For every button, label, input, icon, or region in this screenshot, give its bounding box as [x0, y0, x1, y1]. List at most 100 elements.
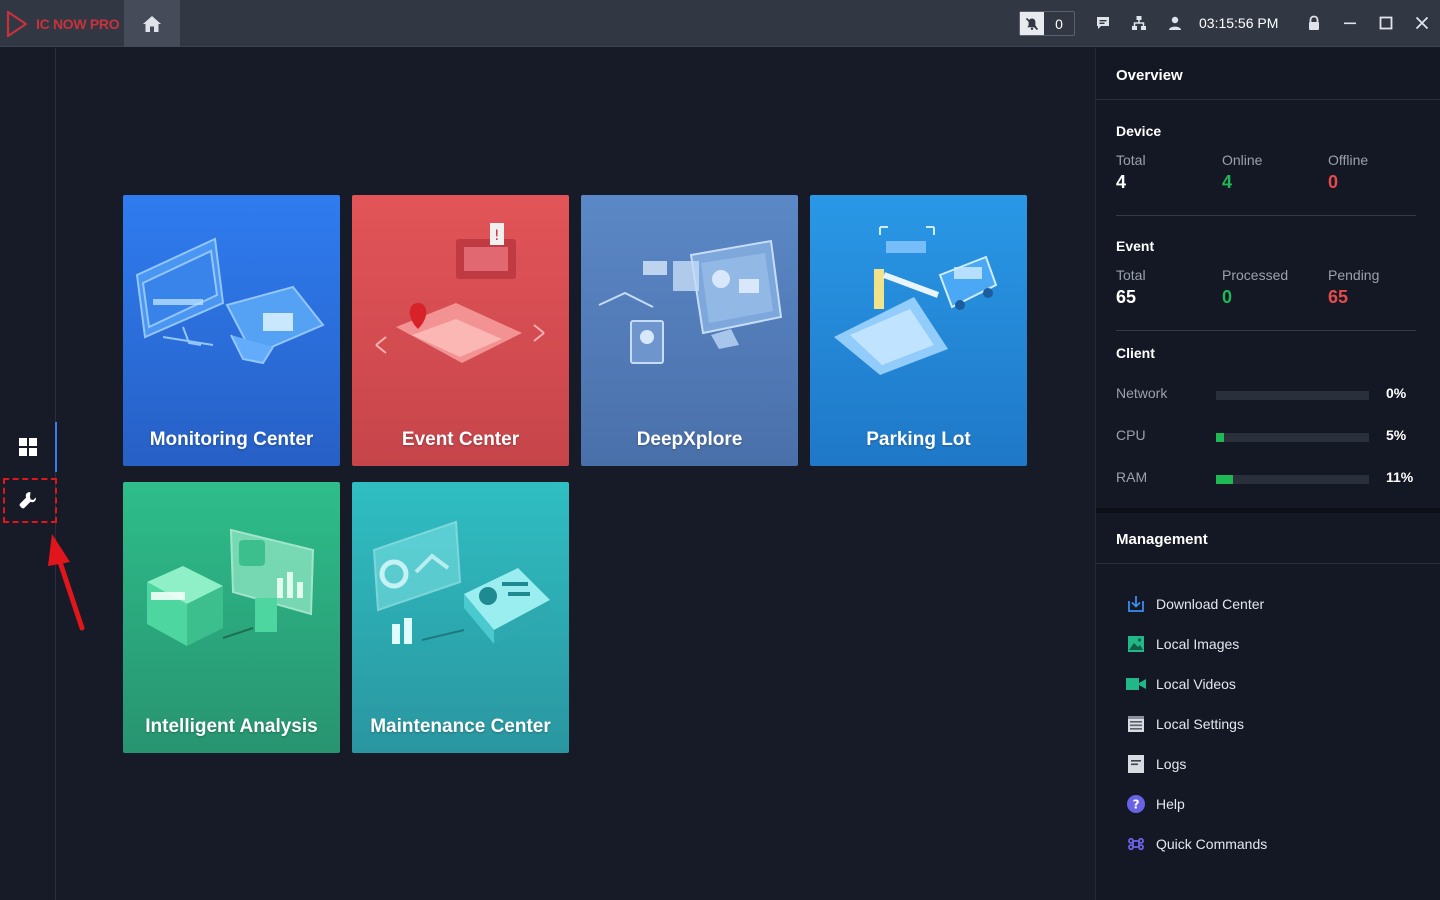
tile-parking-lot[interactable]: Parking Lot — [810, 195, 1027, 466]
event-pending-stat: Pending 65 — [1328, 267, 1428, 308]
device-offline-stat: Offline 0 — [1328, 152, 1428, 193]
log-document-icon — [1126, 754, 1146, 774]
tile-intelligent-analysis[interactable]: Intelligent Analysis — [123, 482, 340, 753]
tile-label: Monitoring Center — [149, 429, 314, 450]
event-section-title: Event — [1116, 238, 1155, 254]
mgmt-item-label: Local Images — [1156, 636, 1240, 652]
metric-label: Network — [1116, 385, 1168, 401]
overview-title: Overview — [1116, 67, 1183, 84]
section-separator — [1096, 508, 1440, 513]
stat-value: 4 — [1222, 172, 1233, 192]
minimize-icon[interactable] — [1341, 14, 1359, 32]
home-tab[interactable] — [124, 0, 180, 47]
clock-time: 03:15:56 PM — [1199, 15, 1279, 31]
tile-label: DeepXplore — [636, 429, 743, 450]
image-icon — [1126, 634, 1146, 654]
command-key-icon — [1126, 834, 1146, 854]
mgmt-item-quick-commands[interactable]: Quick Commands — [1126, 833, 1267, 855]
tile-event-center[interactable]: ! Event Center — [352, 195, 569, 466]
tile-label: Intelligent Analysis — [145, 716, 318, 737]
event-processed-stat: Processed 0 — [1222, 267, 1322, 308]
intelligent-analysis-illustration-icon — [147, 528, 315, 646]
event-total-stat: Total 65 — [1116, 267, 1216, 308]
mgmt-item-local-settings[interactable]: Local Settings — [1126, 713, 1244, 735]
cpu-usage-row: CPU 5% — [1116, 427, 1426, 447]
tile-label: Parking Lot — [866, 429, 971, 450]
network-usage-row: Network 0% — [1116, 385, 1426, 405]
mgmt-item-label: Quick Commands — [1156, 836, 1268, 852]
stat-value: 65 — [1328, 287, 1349, 307]
svg-text:?: ? — [1133, 798, 1140, 812]
divider — [1096, 563, 1440, 564]
stat-value: 4 — [1116, 172, 1127, 192]
video-camera-icon — [1126, 674, 1146, 694]
stat-label: Online — [1222, 152, 1263, 168]
close-icon[interactable] — [1413, 14, 1431, 32]
ram-usage-row: RAM 11% — [1116, 469, 1426, 489]
overview-panel: Overview Device Total 4 Online 4 Offline… — [1095, 48, 1440, 900]
stat-value: 65 — [1116, 287, 1137, 307]
usage-bar-fill — [1216, 433, 1224, 442]
deepxplore-illustration-icon — [598, 239, 783, 364]
alarm-muted-bell-icon[interactable] — [1020, 12, 1044, 35]
mgmt-item-logs[interactable]: Logs — [1126, 753, 1186, 775]
alarm-counter[interactable]: 0 — [1019, 11, 1075, 36]
monitoring-illustration-icon — [135, 237, 325, 365]
tile-maintenance-center[interactable]: Maintenance Center — [352, 482, 569, 753]
metric-value: 11% — [1386, 469, 1414, 485]
usage-bar-track — [1216, 433, 1369, 442]
device-section-title: Device — [1116, 123, 1162, 139]
metric-label: RAM — [1116, 469, 1148, 485]
message-icon[interactable] — [1094, 14, 1112, 32]
tile-deepxplore[interactable]: DeepXplore — [581, 195, 798, 466]
title-bar: IC NOW PRO 0 03:15:56 PM — [0, 0, 1440, 47]
event-map-illustration-icon: ! — [375, 223, 545, 363]
network-topology-icon[interactable] — [1130, 14, 1148, 32]
maximize-icon[interactable] — [1377, 14, 1395, 32]
settings-window-icon — [1126, 714, 1146, 734]
stat-label: Total — [1116, 152, 1146, 168]
tile-label: Event Center — [401, 429, 520, 450]
parking-lot-illustration-icon — [834, 226, 998, 375]
tools-highlight-annotation — [3, 478, 57, 523]
usage-bar-fill — [1216, 475, 1233, 484]
mgmt-item-local-videos[interactable]: Local Videos — [1126, 673, 1236, 695]
device-total-stat: Total 4 — [1116, 152, 1216, 193]
tile-label: Maintenance Center — [370, 716, 551, 737]
active-indicator — [55, 422, 57, 472]
alarm-count: 0 — [1055, 15, 1063, 32]
lock-icon[interactable] — [1305, 14, 1323, 32]
divider — [1096, 99, 1440, 100]
logo-play-icon — [6, 10, 28, 37]
device-online-stat: Online 4 — [1222, 152, 1322, 193]
mgmt-item-download-center[interactable]: Download Center — [1126, 593, 1264, 615]
mgmt-item-label: Logs — [1156, 756, 1187, 772]
rail-item-applications[interactable] — [0, 422, 57, 472]
mgmt-item-label: Download Center — [1156, 596, 1265, 612]
stat-label: Pending — [1328, 267, 1380, 283]
mgmt-item-help[interactable]: ? Help — [1126, 793, 1185, 815]
stat-label: Total — [1116, 267, 1146, 283]
usage-bar-track — [1216, 475, 1369, 484]
stat-label: Offline — [1328, 152, 1369, 168]
tile-monitoring-center[interactable]: Monitoring Center — [123, 195, 340, 466]
management-title: Management — [1116, 531, 1208, 548]
app-logo: IC NOW PRO — [0, 0, 124, 47]
user-icon[interactable] — [1166, 14, 1184, 32]
mgmt-item-local-images[interactable]: Local Images — [1126, 633, 1239, 655]
home-icon — [143, 15, 161, 32]
grid-apps-icon — [19, 438, 37, 456]
mgmt-item-label: Local Videos — [1156, 676, 1236, 692]
svg-text:!: ! — [494, 228, 500, 244]
annotation-arrow-icon — [48, 534, 85, 631]
mgmt-item-label: Help — [1156, 796, 1185, 812]
stat-value: 0 — [1328, 172, 1339, 192]
metric-value: 0% — [1386, 385, 1407, 401]
metric-label: CPU — [1116, 427, 1146, 443]
divider — [1116, 215, 1416, 216]
app-logo-text: IC NOW PRO — [36, 15, 120, 32]
usage-bar-track — [1216, 391, 1369, 400]
left-navigation-rail — [0, 48, 57, 900]
help-icon: ? — [1126, 794, 1146, 814]
client-section-title: Client — [1116, 345, 1155, 361]
